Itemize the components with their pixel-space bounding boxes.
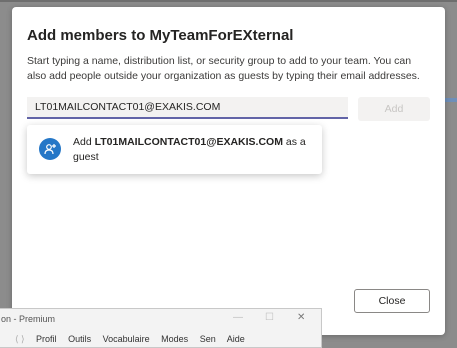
nav-arrows-icon[interactable]: ⟨ ⟩ [15,334,25,344]
close-window-icon[interactable]: ✕ [297,312,305,323]
menu-item-profil[interactable]: Profil [36,334,57,344]
minimize-icon[interactable]: — [233,312,243,323]
backdrop-divider [0,0,457,2]
suggestion-prefix: Add [73,136,95,148]
member-search-input[interactable]: LT01MAILCONTACT01@EXAKIS.COM [27,97,348,119]
background-window-title: on - Premium [1,314,56,324]
dialog-title: Add members to MyTeamForEXternal [27,27,294,44]
background-menu-bar: ⟨ ⟩ Profil Outils Vocabulaire Modes Sen … [15,334,254,345]
background-app-window: on - Premium — ☐ ✕ ⟨ ⟩ Profil Outils Voc… [0,308,322,348]
add-members-dialog: Add members to MyTeamForEXternal Start t… [12,7,445,335]
close-button[interactable]: Close [354,289,430,313]
suggestion-email: LT01MAILCONTACT01@EXAKIS.COM [94,136,283,148]
maximize-icon[interactable]: ☐ [265,312,274,323]
background-accent [445,98,457,102]
add-button[interactable]: Add [358,97,430,121]
guest-suggestion[interactable]: Add LT01MAILCONTACT01@EXAKIS.COM as a gu… [27,125,322,174]
dialog-description: Start typing a name, distribution list, … [27,55,420,82]
menu-item-vocabulaire[interactable]: Vocabulaire [103,334,150,344]
menu-item-outils[interactable]: Outils [68,334,91,344]
guest-suggestion-text: Add LT01MAILCONTACT01@EXAKIS.COM as a gu… [73,135,313,165]
menu-item-sen[interactable]: Sen [200,334,216,344]
menu-item-aide[interactable]: Aide [227,334,245,344]
guest-person-icon [39,138,61,160]
menu-item-modes[interactable]: Modes [161,334,188,344]
